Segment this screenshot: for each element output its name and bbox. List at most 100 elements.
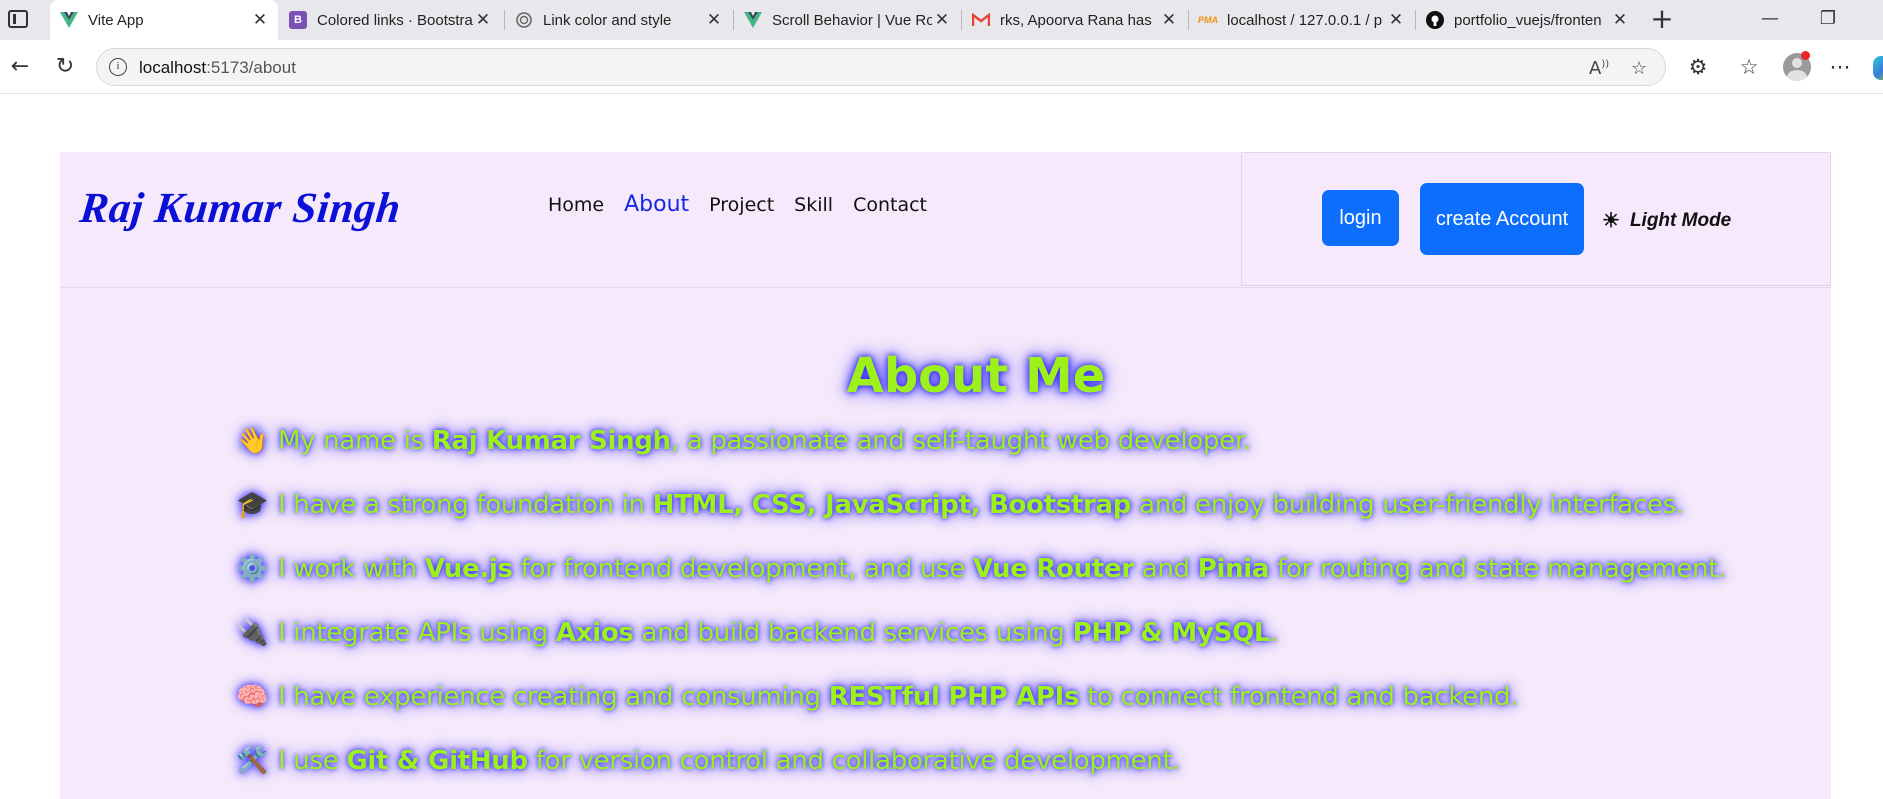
vue-icon bbox=[744, 11, 762, 29]
bootstrap-icon: B bbox=[289, 11, 307, 29]
restore-icon[interactable]: ❐ bbox=[1813, 8, 1843, 29]
favorite-star-icon[interactable]: ☆ bbox=[1631, 58, 1647, 79]
tab-title: rks, Apoorva Rana has bbox=[1000, 11, 1152, 29]
notification-dot bbox=[1801, 51, 1810, 60]
tab-title: localhost / 127.0.0.1 / p bbox=[1227, 11, 1383, 29]
text: and enjoy building user-friendly interfa… bbox=[1131, 490, 1684, 520]
github-icon bbox=[1426, 11, 1444, 29]
phpmyadmin-icon: PMA bbox=[1198, 15, 1218, 25]
close-tab-icon[interactable]: ✕ bbox=[473, 10, 493, 30]
about-line-restful: 🧠 I have experience creating and consumi… bbox=[234, 682, 1519, 712]
plug-icon: 🔌 bbox=[235, 618, 269, 648]
tab-gmail[interactable]: rks, Apoorva Rana has ✕ bbox=[962, 0, 1187, 40]
url-field[interactable]: i localhost:5173/about A)) ☆ bbox=[96, 48, 1666, 86]
auth-panel: login create Account ☀ Light Mode bbox=[1241, 152, 1831, 286]
tab-scroll-behavior[interactable]: Scroll Behavior | Vue Ro ✕ bbox=[734, 0, 960, 40]
text: and bbox=[1133, 554, 1198, 584]
text: to connect frontend and backend. bbox=[1079, 682, 1519, 712]
brand-logo[interactable]: Raj Kumar Singh bbox=[77, 184, 404, 233]
text: , a passionate and self-taught web devel… bbox=[670, 426, 1251, 456]
about-section: About Me 👋 My name is Raj Kumar Singh, a… bbox=[60, 288, 1831, 799]
globe-icon bbox=[515, 11, 533, 29]
text: I use bbox=[270, 746, 347, 776]
new-tab-button[interactable]: + bbox=[1649, 4, 1675, 34]
text: I have experience creating and consuming bbox=[270, 682, 829, 712]
gmail-icon bbox=[972, 11, 990, 29]
close-tab-icon[interactable]: ✕ bbox=[1610, 10, 1630, 30]
about-line-git: 🛠️ I use Git & GitHub for version contro… bbox=[234, 746, 1181, 776]
back-arrow-icon[interactable]: ← bbox=[5, 52, 35, 82]
login-button[interactable]: login bbox=[1322, 190, 1399, 246]
tab-vite-app[interactable]: Vite App ✕ bbox=[50, 0, 278, 40]
close-tab-icon[interactable]: ✕ bbox=[1159, 10, 1179, 30]
site-info-icon[interactable]: i bbox=[109, 58, 127, 76]
text: My name is bbox=[270, 426, 432, 456]
minimize-icon[interactable]: — bbox=[1755, 8, 1785, 29]
more-menu-icon[interactable]: ⋯ bbox=[1825, 52, 1855, 82]
tab-actions-icon[interactable] bbox=[8, 10, 28, 28]
tab-colored-links[interactable]: B Colored links · Bootstra ✕ bbox=[279, 0, 501, 40]
sun-icon: ☀ bbox=[1602, 210, 1620, 232]
close-tab-icon[interactable]: ✕ bbox=[1386, 10, 1406, 30]
tab-title: Colored links · Bootstra bbox=[317, 11, 473, 29]
highlight: Raj Kumar Singh bbox=[431, 426, 671, 456]
text: and build backend services using bbox=[633, 618, 1073, 648]
close-tab-icon[interactable]: ✕ bbox=[932, 10, 952, 30]
site-header: Raj Kumar Singh Home About Project Skill… bbox=[60, 152, 1831, 288]
create-account-button[interactable]: create Account bbox=[1420, 183, 1584, 255]
about-line-vue: ⚙️ I work with Vue.js for frontend devel… bbox=[234, 554, 1727, 584]
text: for version control and collaborative de… bbox=[527, 746, 1181, 776]
about-line-intro: 👋 My name is Raj Kumar Singh, a passiona… bbox=[234, 426, 1251, 456]
highlight: HTML, CSS, JavaScript, Bootstrap bbox=[652, 490, 1132, 520]
tab-github[interactable]: portfolio_vuejs/fronten ✕ bbox=[1416, 0, 1638, 40]
about-line-foundation: 🎓 I have a strong foundation in HTML, CS… bbox=[234, 490, 1684, 520]
address-bar-row: ← ↻ i localhost:5173/about A)) ☆ ⚙ ☆ ⋯ bbox=[0, 40, 1883, 94]
url-host: localhost bbox=[139, 58, 207, 77]
nav-skill[interactable]: Skill bbox=[794, 194, 833, 216]
waving-hand-icon: 👋 bbox=[235, 426, 269, 456]
highlight: Git & GitHub bbox=[346, 746, 528, 776]
close-tab-icon[interactable]: ✕ bbox=[704, 10, 724, 30]
nav-home[interactable]: Home bbox=[548, 194, 604, 216]
highlight: Vue Router bbox=[973, 554, 1134, 584]
highlight: Axios bbox=[555, 618, 634, 648]
copilot-icon[interactable] bbox=[1873, 56, 1883, 80]
url-path: :5173/about bbox=[206, 58, 296, 77]
text: I have a strong foundation in bbox=[270, 490, 653, 520]
highlight: Vue.js bbox=[424, 554, 513, 584]
tab-phpmyadmin[interactable]: PMA localhost / 127.0.0.1 / p ✕ bbox=[1189, 0, 1414, 40]
graduation-cap-icon: 🎓 bbox=[235, 490, 269, 520]
read-aloud-icon[interactable]: A)) bbox=[1589, 58, 1609, 79]
gear-icon: ⚙️ bbox=[235, 554, 269, 584]
extensions-icon[interactable]: ⚙ bbox=[1683, 52, 1713, 82]
page-viewport: Raj Kumar Singh Home About Project Skill… bbox=[0, 95, 1883, 799]
tab-title: Scroll Behavior | Vue Ro bbox=[772, 11, 932, 29]
theme-toggle[interactable]: ☀ Light Mode bbox=[1602, 208, 1731, 233]
theme-toggle-label: Light Mode bbox=[1629, 209, 1732, 231]
tab-link-color[interactable]: Link color and style ✕ bbox=[505, 0, 732, 40]
highlight: RESTful PHP APIs bbox=[828, 682, 1080, 712]
favorites-icon[interactable]: ☆ bbox=[1734, 52, 1764, 82]
tab-title: Vite App bbox=[88, 11, 144, 29]
url-text[interactable]: localhost:5173/about bbox=[139, 58, 296, 78]
brain-icon: 🧠 bbox=[235, 682, 269, 712]
highlight: Pinia bbox=[1197, 554, 1270, 584]
tab-title: portfolio_vuejs/fronten bbox=[1454, 11, 1602, 29]
main-nav: Home About Project Skill Contact bbox=[548, 192, 947, 217]
tab-title: Link color and style bbox=[543, 11, 672, 29]
nav-contact[interactable]: Contact bbox=[853, 194, 927, 216]
text: for frontend development, and use bbox=[512, 554, 974, 584]
text: I integrate APIs using bbox=[270, 618, 556, 648]
text: . bbox=[1270, 618, 1279, 648]
about-line-apis: 🔌 I integrate APIs using Axios and build… bbox=[234, 618, 1278, 648]
tools-icon: 🛠️ bbox=[235, 746, 269, 776]
vue-icon bbox=[60, 11, 78, 29]
highlight: PHP & MySQL bbox=[1072, 618, 1271, 648]
nav-project[interactable]: Project bbox=[709, 194, 774, 216]
about-title: About Me bbox=[846, 348, 1106, 404]
close-tab-icon[interactable]: ✕ bbox=[250, 10, 270, 30]
refresh-icon[interactable]: ↻ bbox=[50, 52, 80, 82]
nav-about[interactable]: About bbox=[624, 192, 689, 217]
text: I work with bbox=[270, 554, 425, 584]
text: for routing and state management. bbox=[1269, 554, 1727, 584]
